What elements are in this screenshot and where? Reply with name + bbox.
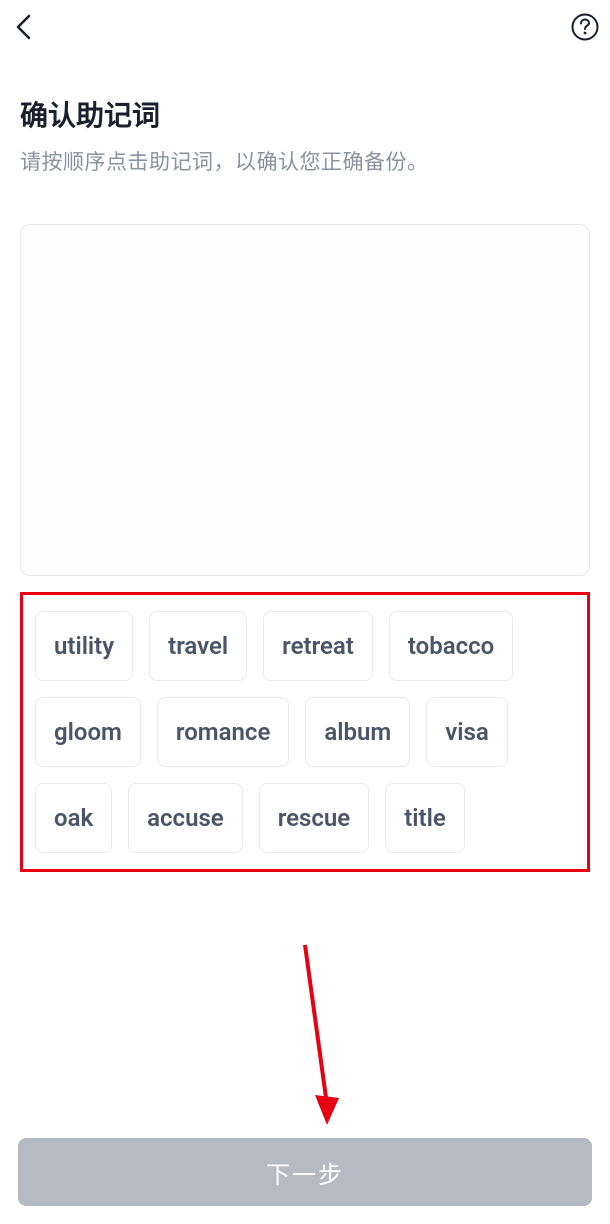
- arrow-annotation-icon: [295, 940, 355, 1140]
- word-chip-accuse[interactable]: accuse: [128, 783, 243, 853]
- selected-words-area[interactable]: [20, 224, 590, 576]
- question-circle-icon: [571, 13, 599, 41]
- main-content: 确认助记词 请按顺序点击助记词，以确认您正确备份。 utility travel…: [0, 54, 610, 872]
- next-button[interactable]: 下一步: [18, 1138, 592, 1206]
- word-chip-rescue[interactable]: rescue: [259, 783, 370, 853]
- mnemonic-words-container: utility travel retreat tobacco gloom rom…: [20, 592, 590, 872]
- word-chip-visa[interactable]: visa: [426, 697, 508, 767]
- word-chip-romance[interactable]: romance: [157, 697, 289, 767]
- word-chip-tobacco[interactable]: tobacco: [389, 611, 513, 681]
- word-chip-utility[interactable]: utility: [35, 611, 133, 681]
- words-row: oak accuse rescue title: [35, 783, 575, 853]
- header-bar: [0, 0, 610, 54]
- words-row: utility travel retreat tobacco: [35, 611, 575, 681]
- word-chip-title[interactable]: title: [385, 783, 465, 853]
- help-button[interactable]: [570, 12, 600, 42]
- page-title: 确认助记词: [20, 94, 590, 134]
- back-button[interactable]: [10, 13, 38, 41]
- chevron-left-icon: [14, 13, 34, 41]
- word-chip-travel[interactable]: travel: [149, 611, 247, 681]
- word-chip-album[interactable]: album: [305, 697, 410, 767]
- word-chip-gloom[interactable]: gloom: [35, 697, 141, 767]
- words-row: gloom romance album visa: [35, 697, 575, 767]
- word-chip-oak[interactable]: oak: [35, 783, 112, 853]
- page-subtitle: 请按顺序点击助记词，以确认您正确备份。: [20, 146, 590, 176]
- word-chip-retreat[interactable]: retreat: [263, 611, 373, 681]
